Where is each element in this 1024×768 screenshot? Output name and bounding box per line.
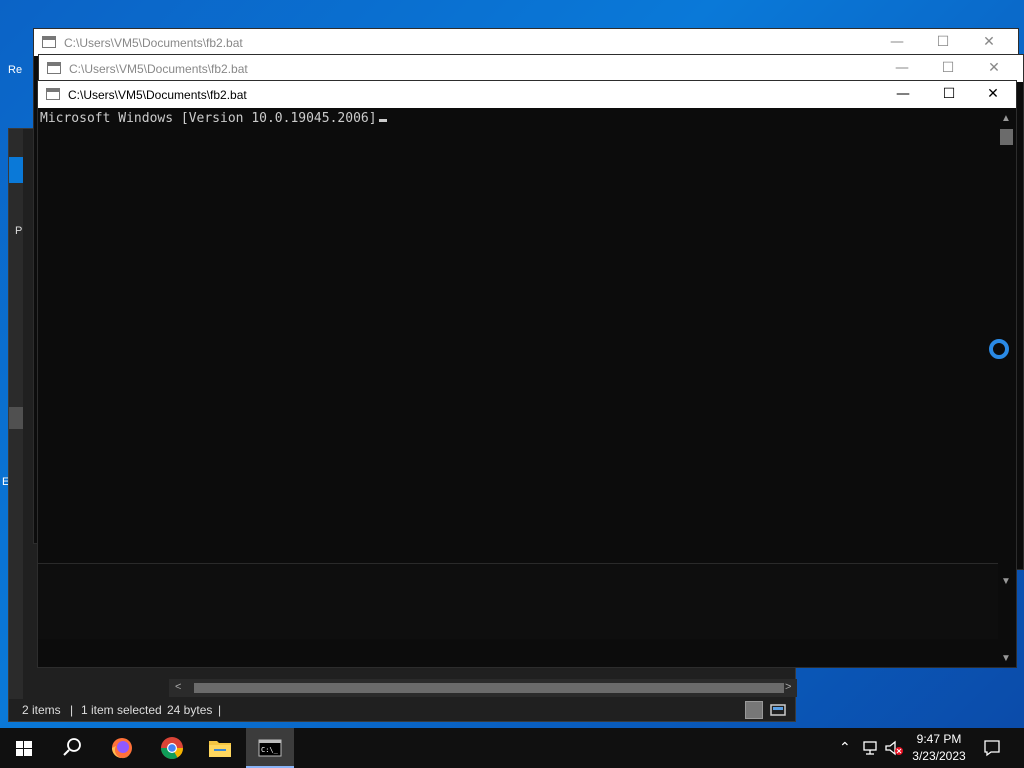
console-line-1: Microsoft Windows [Version 10.0.19045.20… [40,111,377,126]
start-button[interactable] [0,728,48,768]
scroll-right-icon[interactable]: > [785,681,791,693]
close-button[interactable]: ✕ [966,29,1012,56]
firefox-icon [112,738,132,759]
large-icons-view-button[interactable] [769,701,787,719]
maximize-button[interactable]: ☐ [925,55,971,82]
console-app-icon [46,88,60,100]
console-scroll-thumb[interactable] [1000,129,1013,145]
minimize-button[interactable]: — [879,55,925,82]
volume-muted-icon[interactable] [884,739,904,757]
show-hidden-icons-chevron-icon[interactable]: ⌃ [839,740,851,756]
search-button[interactable] [48,728,96,768]
minimize-button[interactable]: — [874,29,920,56]
taskbar-clock[interactable]: 9:47 PM 3/23/2023 [904,731,974,765]
horizontal-scrollbar[interactable]: < > [169,679,797,697]
window-title: C:\Users\VM5\Documents\fb2.bat [69,62,248,76]
desktop-icon-label-fragment[interactable]: Re [8,64,22,76]
clock-date: 3/23/2023 [912,749,966,763]
command-prompt-taskbar-button[interactable]: C:\_ [246,728,294,768]
firefox-taskbar-button[interactable] [98,728,146,768]
busy-cursor-icon [989,339,1009,359]
close-button[interactable]: ✕ [970,81,1016,108]
clock-time: 9:47 PM [916,732,962,746]
maximize-button[interactable]: ☐ [926,81,972,108]
chrome-icon [161,737,183,759]
maximize-button[interactable]: ☐ [920,29,966,56]
chrome-taskbar-button[interactable] [148,728,196,768]
scroll-left-icon[interactable]: < [175,681,181,693]
horizontal-scroll-thumb[interactable] [194,683,784,693]
scroll-up-icon[interactable]: ▲ [1001,113,1011,124]
text-cursor [378,119,387,122]
status-selection: 1 item selected [81,703,162,717]
scroll-down-icon-2[interactable]: ▼ [1001,653,1011,664]
lower-pane-scrollbar[interactable]: ▼ [998,591,1014,667]
window-title: C:\Users\VM5\Documents\fb2.bat [68,88,247,102]
console-app-icon [47,62,61,74]
cmd-window-back-titlebar[interactable]: C:\Users\VM5\Documents\fb2.bat — ☐ ✕ [34,29,1018,56]
status-separator-2: | [218,703,222,717]
large-icons-icon [770,704,786,716]
cmd-window-active[interactable]: C:\Users\VM5\Documents\fb2.bat — ☐ ✕ Mic… [37,80,1017,668]
nav-selected-item[interactable] [9,157,23,183]
search-icon [63,738,81,756]
status-bar: 2 items | 1 item selected 24 bytes | [9,699,795,721]
taskbar: C:\_ ⌃ 9:47 PM 3/23/2023 [0,728,1024,768]
cmd-window-active-titlebar[interactable]: C:\Users\VM5\Documents\fb2.bat — ☐ ✕ [38,81,1016,108]
command-prompt-icon: C:\_ [258,739,282,757]
status-size: 24 bytes [167,703,213,717]
console-output[interactable]: Microsoft Windows [Version 10.0.19045.20… [40,111,387,126]
action-center-icon[interactable] [982,738,1002,758]
file-explorer-taskbar-button[interactable] [196,728,244,768]
file-explorer-icon [209,741,231,757]
close-button[interactable]: ✕ [971,55,1017,82]
cmd-window-middle-titlebar[interactable]: C:\Users\VM5\Documents\fb2.bat — ☐ ✕ [39,55,1023,82]
status-separator: | [70,703,74,717]
nav-item-fragment[interactable]: P [15,225,22,237]
details-view-button[interactable] [745,701,763,719]
status-item-count: 2 items [22,703,61,717]
console-app-icon [42,36,56,48]
console-lower-pane [38,563,998,639]
navigation-pane: P [9,129,23,721]
network-icon[interactable] [862,739,880,757]
nav-scroll-thumb[interactable] [9,407,23,429]
start-icon [16,741,32,756]
window-title: C:\Users\VM5\Documents\fb2.bat [64,36,243,50]
svg-text:C:\_: C:\_ [261,746,279,754]
scroll-down-icon[interactable]: ▼ [1001,576,1011,587]
minimize-button[interactable]: — [880,81,926,108]
